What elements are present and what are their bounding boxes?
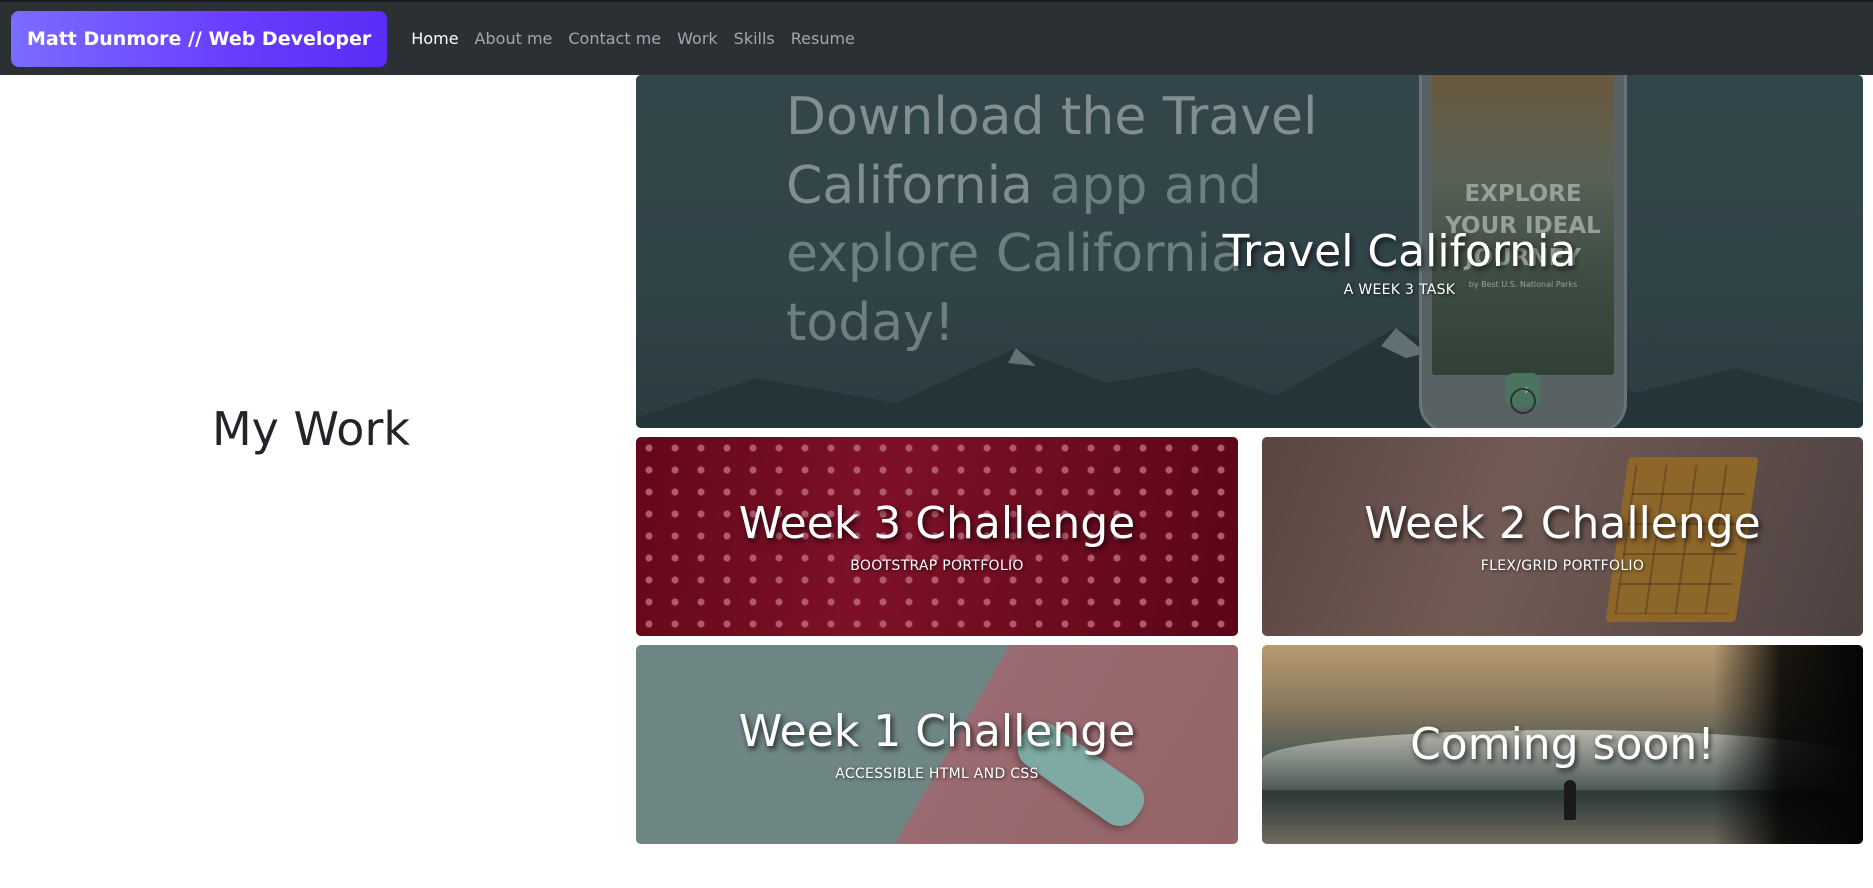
nav-link-work[interactable]: Work <box>677 29 718 48</box>
nav-item-work: Work <box>677 29 718 48</box>
card-title: Coming soon! <box>1410 718 1715 770</box>
nav-link-skills[interactable]: Skills <box>734 29 775 48</box>
card-subtitle: Accessible HTML and CSS <box>835 765 1039 782</box>
card-content: Week 1 Challenge Accessible HTML and CSS <box>636 705 1238 782</box>
nav-item-resume: Resume <box>791 29 855 48</box>
card-content: Coming soon! <box>1262 718 1863 770</box>
nav-item-home: Home <box>411 29 458 48</box>
work-card-week-3[interactable]: Week 3 Challenge Bootstrap portfolio <box>636 437 1238 636</box>
work-card-coming-soon[interactable]: Coming soon! <box>1262 645 1863 844</box>
work-card-week-2[interactable]: Week 2 Challenge Flex/Grid Portfolio <box>1262 437 1863 636</box>
nav-link-home[interactable]: Home <box>411 29 458 48</box>
card-content: Week 3 Challenge Bootstrap portfolio <box>636 497 1238 574</box>
work-card-travel-california[interactable]: Download the Travel California app and e… <box>636 75 1863 428</box>
nav-item-about: About me <box>475 29 553 48</box>
work-card-week-1[interactable]: Week 1 Challenge Accessible HTML and CSS <box>636 645 1238 844</box>
card-title: Week 1 Challenge <box>738 705 1136 757</box>
card-subtitle: Bootstrap portfolio <box>850 557 1024 574</box>
nav-item-contact: Contact me <box>568 29 661 48</box>
nav-link-about[interactable]: About me <box>475 29 553 48</box>
section-heading-my-work: My Work <box>211 402 410 456</box>
nav-link-contact[interactable]: Contact me <box>568 29 661 48</box>
card-content: Week 2 Challenge Flex/Grid Portfolio <box>1262 497 1863 574</box>
nav-links: Home About me Contact me Work Skills Res… <box>411 29 871 48</box>
card-subtitle: Flex/Grid Portfolio <box>1480 557 1645 574</box>
nav-item-skills: Skills <box>734 29 775 48</box>
nav-link-resume[interactable]: Resume <box>791 29 855 48</box>
card-title: Week 3 Challenge <box>738 497 1136 549</box>
card-title: Week 2 Challenge <box>1364 497 1761 549</box>
top-navbar: Matt Dunmore // Web Developer Home About… <box>0 0 1873 75</box>
brand-logo-link[interactable]: Matt Dunmore // Web Developer <box>11 10 388 67</box>
card-content: Travel California A week 3 task <box>936 225 1863 299</box>
surfer-silhouette <box>1564 780 1576 820</box>
card-subtitle: A week 3 task <box>1343 282 1456 299</box>
card-title: Travel California <box>1222 225 1577 277</box>
